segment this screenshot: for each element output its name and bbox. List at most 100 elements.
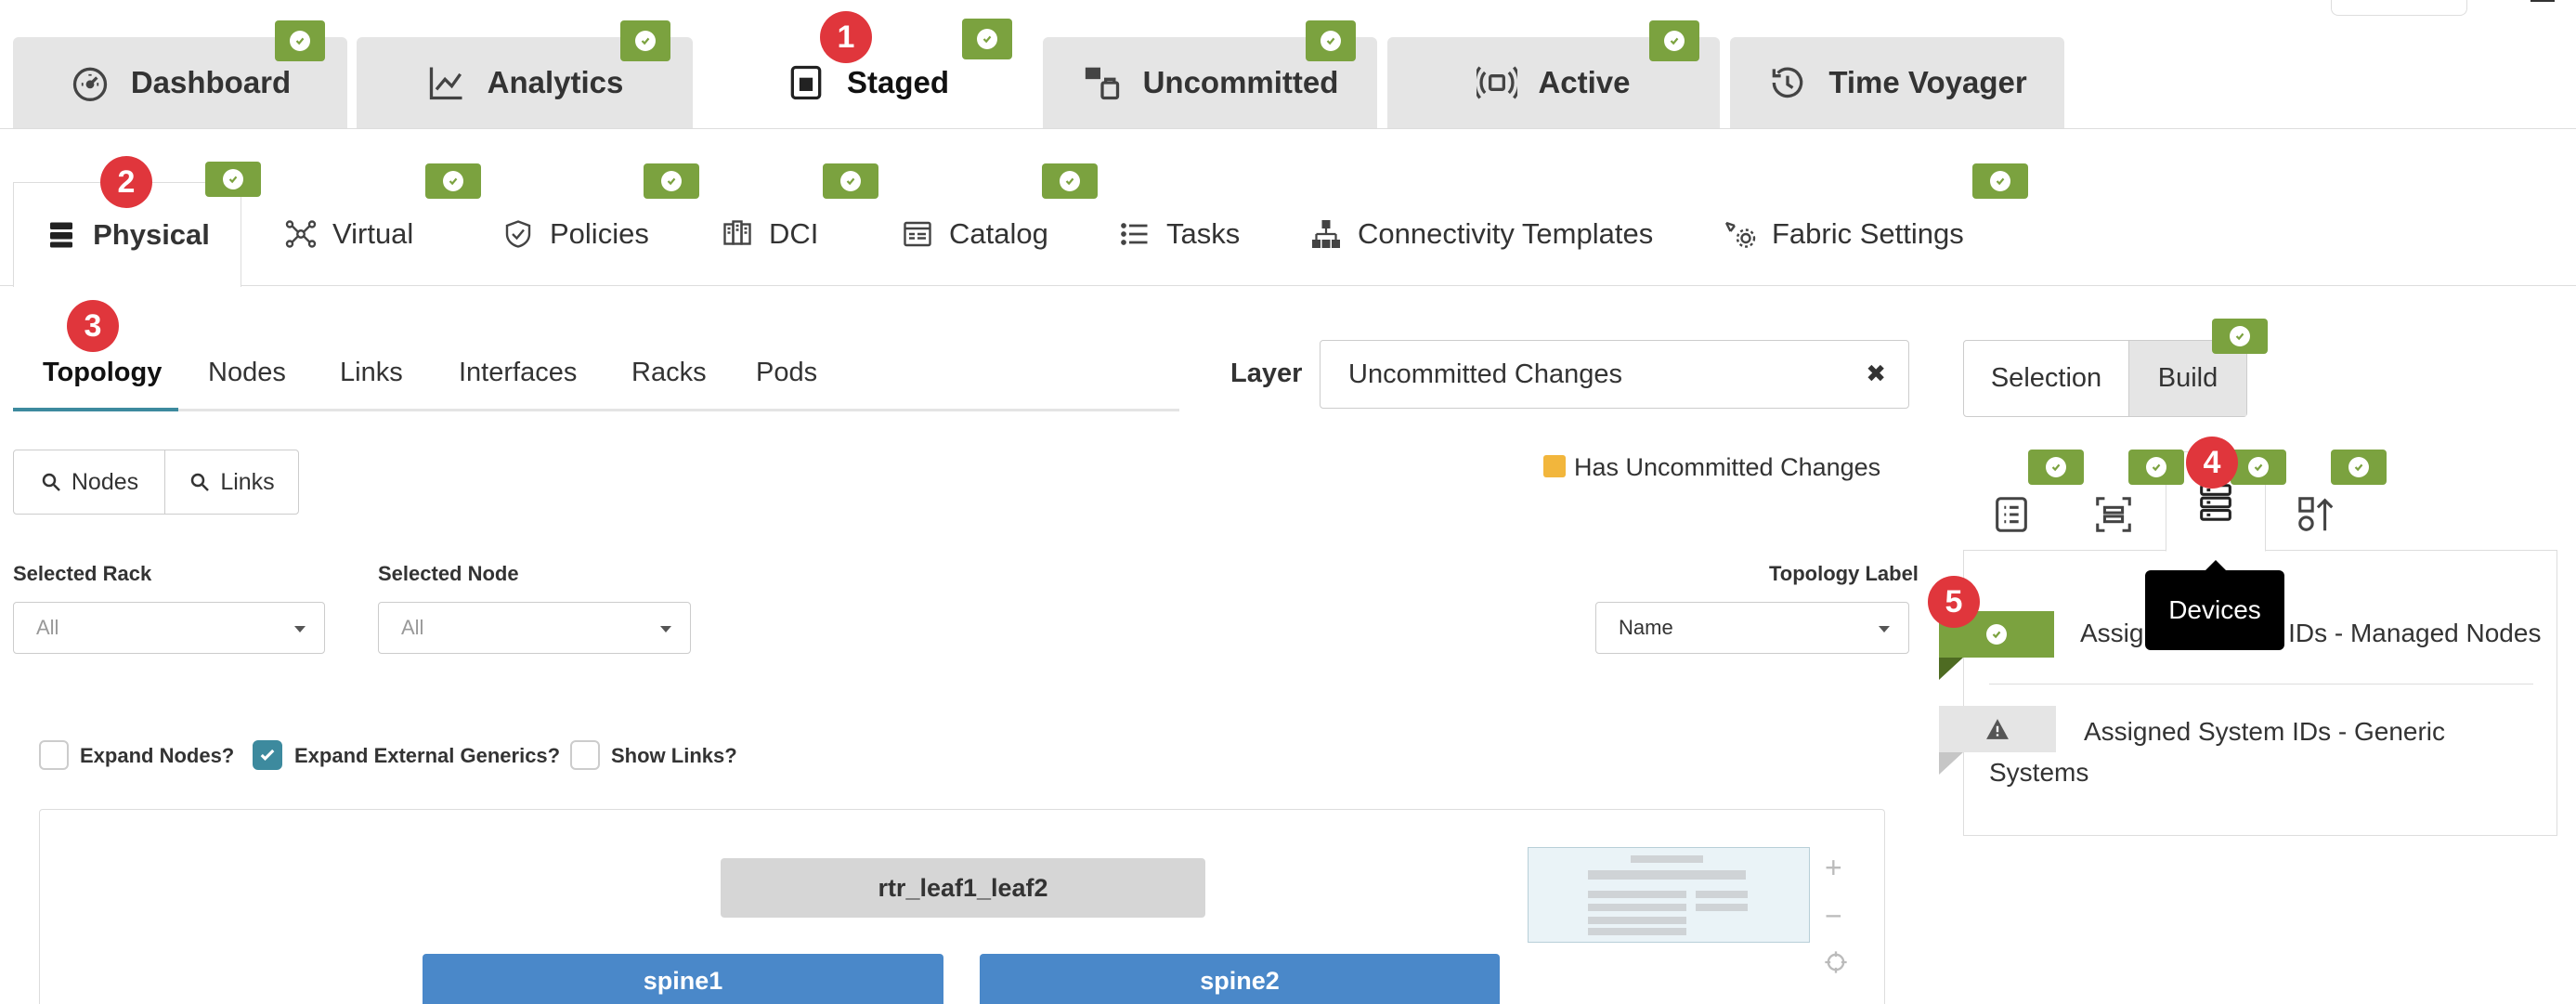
uncommitted-icon [1085, 67, 1119, 100]
top-right-line [2530, 0, 2555, 2]
topology-label-select[interactable]: Name [1595, 602, 1909, 654]
tab-label: Analytics [487, 65, 624, 99]
tab-time-voyager[interactable]: Time Voyager [1730, 37, 2064, 128]
selection-mode-button[interactable]: Selection [1964, 341, 2129, 416]
staged-clipboard-icon [790, 65, 822, 100]
subtab-label: DCI [769, 217, 819, 250]
recenter-icon[interactable] [1823, 949, 1849, 980]
check-badge [1972, 163, 2028, 199]
tab-racks[interactable]: Racks [631, 358, 707, 388]
search-icon [42, 473, 60, 491]
expand-nodes-checkbox[interactable] [39, 740, 69, 770]
tooltip-label: Devices [2168, 595, 2261, 624]
sort-up-icon [2298, 497, 2334, 531]
network-nodes-icon [285, 220, 317, 248]
subtab-policies[interactable]: Policies [501, 182, 649, 286]
mode-toggle: Selection Build [1963, 340, 2247, 417]
check-icon [1986, 624, 2007, 645]
flag-fold [1939, 752, 1963, 775]
subtab-fabric-settings[interactable]: Fabric Settings [1724, 182, 1964, 286]
expand-nodes-label: Expand Nodes? [80, 744, 235, 767]
active-tab-underline [13, 408, 178, 411]
broadcast-icon [1477, 66, 1518, 99]
show-links-checkbox[interactable] [570, 740, 600, 770]
subtab-label: Tasks [1166, 217, 1241, 250]
subtab-catalog[interactable]: Catalog [901, 182, 1048, 286]
minimap-block [1588, 904, 1686, 911]
tab-links[interactable]: Links [340, 358, 403, 388]
checklist-icon [1996, 497, 2027, 532]
node-spine2[interactable]: spine2 [980, 954, 1500, 1004]
tab-topology[interactable]: Topology [43, 358, 162, 388]
subtab-dci[interactable]: DCI [721, 182, 818, 286]
datacenter-icon [723, 220, 751, 245]
layer-select[interactable]: Uncommitted Changes ✖ [1320, 340, 1909, 409]
selected-rack-label: Selected Rack [13, 562, 152, 585]
check-badge [2128, 450, 2184, 485]
chevron-down-icon [1879, 626, 1890, 632]
legend-label: Has Uncommitted Changes [1574, 453, 1881, 481]
shield-check-icon [505, 220, 531, 248]
zoom-out-button[interactable]: − [1825, 899, 1842, 933]
search-nodes-button[interactable]: Nodes [14, 450, 165, 514]
tab-interfaces[interactable]: Interfaces [459, 358, 577, 388]
check-badge [620, 20, 670, 61]
subtab-connectivity-templates[interactable]: Connectivity Templates [1309, 182, 1653, 286]
node-label: spine1 [643, 967, 723, 995]
rack-group-node[interactable]: rtr_leaf1_leaf2 [721, 858, 1205, 918]
tab-label: Active [1538, 65, 1631, 99]
minimap[interactable] [1528, 847, 1810, 943]
list-icon [1121, 223, 1148, 245]
tab-label: Uncommitted [1142, 65, 1339, 99]
subtab-label: Connectivity Templates [1358, 217, 1654, 250]
subtab-label: Fabric Settings [1772, 217, 1964, 250]
expand-external-generics-checkbox[interactable] [253, 740, 282, 770]
top-right-control[interactable] [2331, 0, 2467, 16]
show-links-label: Show Links? [611, 744, 737, 767]
check-badge [1649, 20, 1699, 61]
search-links-button[interactable]: Links [165, 450, 298, 514]
check-badge [2331, 450, 2387, 485]
node-spine1[interactable]: spine1 [423, 954, 943, 1004]
expand-external-generics-label: Expand External Generics? [294, 744, 561, 767]
build-item-divider [1989, 684, 2533, 685]
minimap-block [1696, 904, 1748, 911]
topology-label-value: Name [1619, 616, 1673, 639]
top-tabs-baseline [0, 128, 2576, 129]
selected-node-select[interactable]: All [378, 602, 691, 654]
legend-swatch [1543, 455, 1566, 477]
hierarchy-icon [1312, 220, 1340, 248]
zoom-in-button[interactable]: + [1825, 851, 1842, 885]
search-links-label: Links [220, 468, 275, 495]
search-button-group: Nodes Links [13, 450, 299, 515]
selected-rack-select[interactable]: All [13, 602, 325, 654]
checkmark-icon [260, 749, 275, 761]
build-label: Build [2157, 363, 2218, 393]
rack-group-label: rtr_leaf1_leaf2 [878, 873, 1048, 902]
check-badge [2212, 319, 2268, 354]
subtab-label: Catalog [949, 217, 1048, 250]
check-badge [205, 162, 261, 197]
chevron-down-icon [294, 626, 306, 632]
tab-pods[interactable]: Pods [756, 358, 817, 388]
subtab-virtual[interactable]: Virtual [284, 182, 413, 286]
search-nodes-label: Nodes [71, 468, 139, 495]
clear-icon[interactable]: ✖ [1866, 359, 1886, 388]
scan-resources-icon [2096, 497, 2131, 532]
subtab-label: Virtual [332, 217, 414, 250]
chevron-down-icon [660, 626, 671, 632]
tab-label: Time Voyager [1828, 65, 2027, 99]
check-badge [2028, 450, 2084, 485]
tooltip-arrow [2205, 560, 2227, 571]
check-badge [275, 20, 325, 61]
minimap-block [1631, 855, 1703, 863]
minimap-block [1588, 870, 1746, 880]
tab-nodes[interactable]: Nodes [208, 358, 286, 388]
build-item-generic-systems[interactable]: Assigned System IDs - Generic Systems [1989, 711, 2472, 793]
minimap-block [1696, 891, 1748, 898]
topology-canvas[interactable]: rtr_leaf1_leaf2 spine1 spine2 + − [39, 809, 1885, 1004]
subtab-label: Physical [93, 218, 210, 251]
subtab-tasks[interactable]: Tasks [1118, 182, 1240, 286]
history-icon [1772, 67, 1803, 98]
check-badge [1042, 163, 1098, 199]
